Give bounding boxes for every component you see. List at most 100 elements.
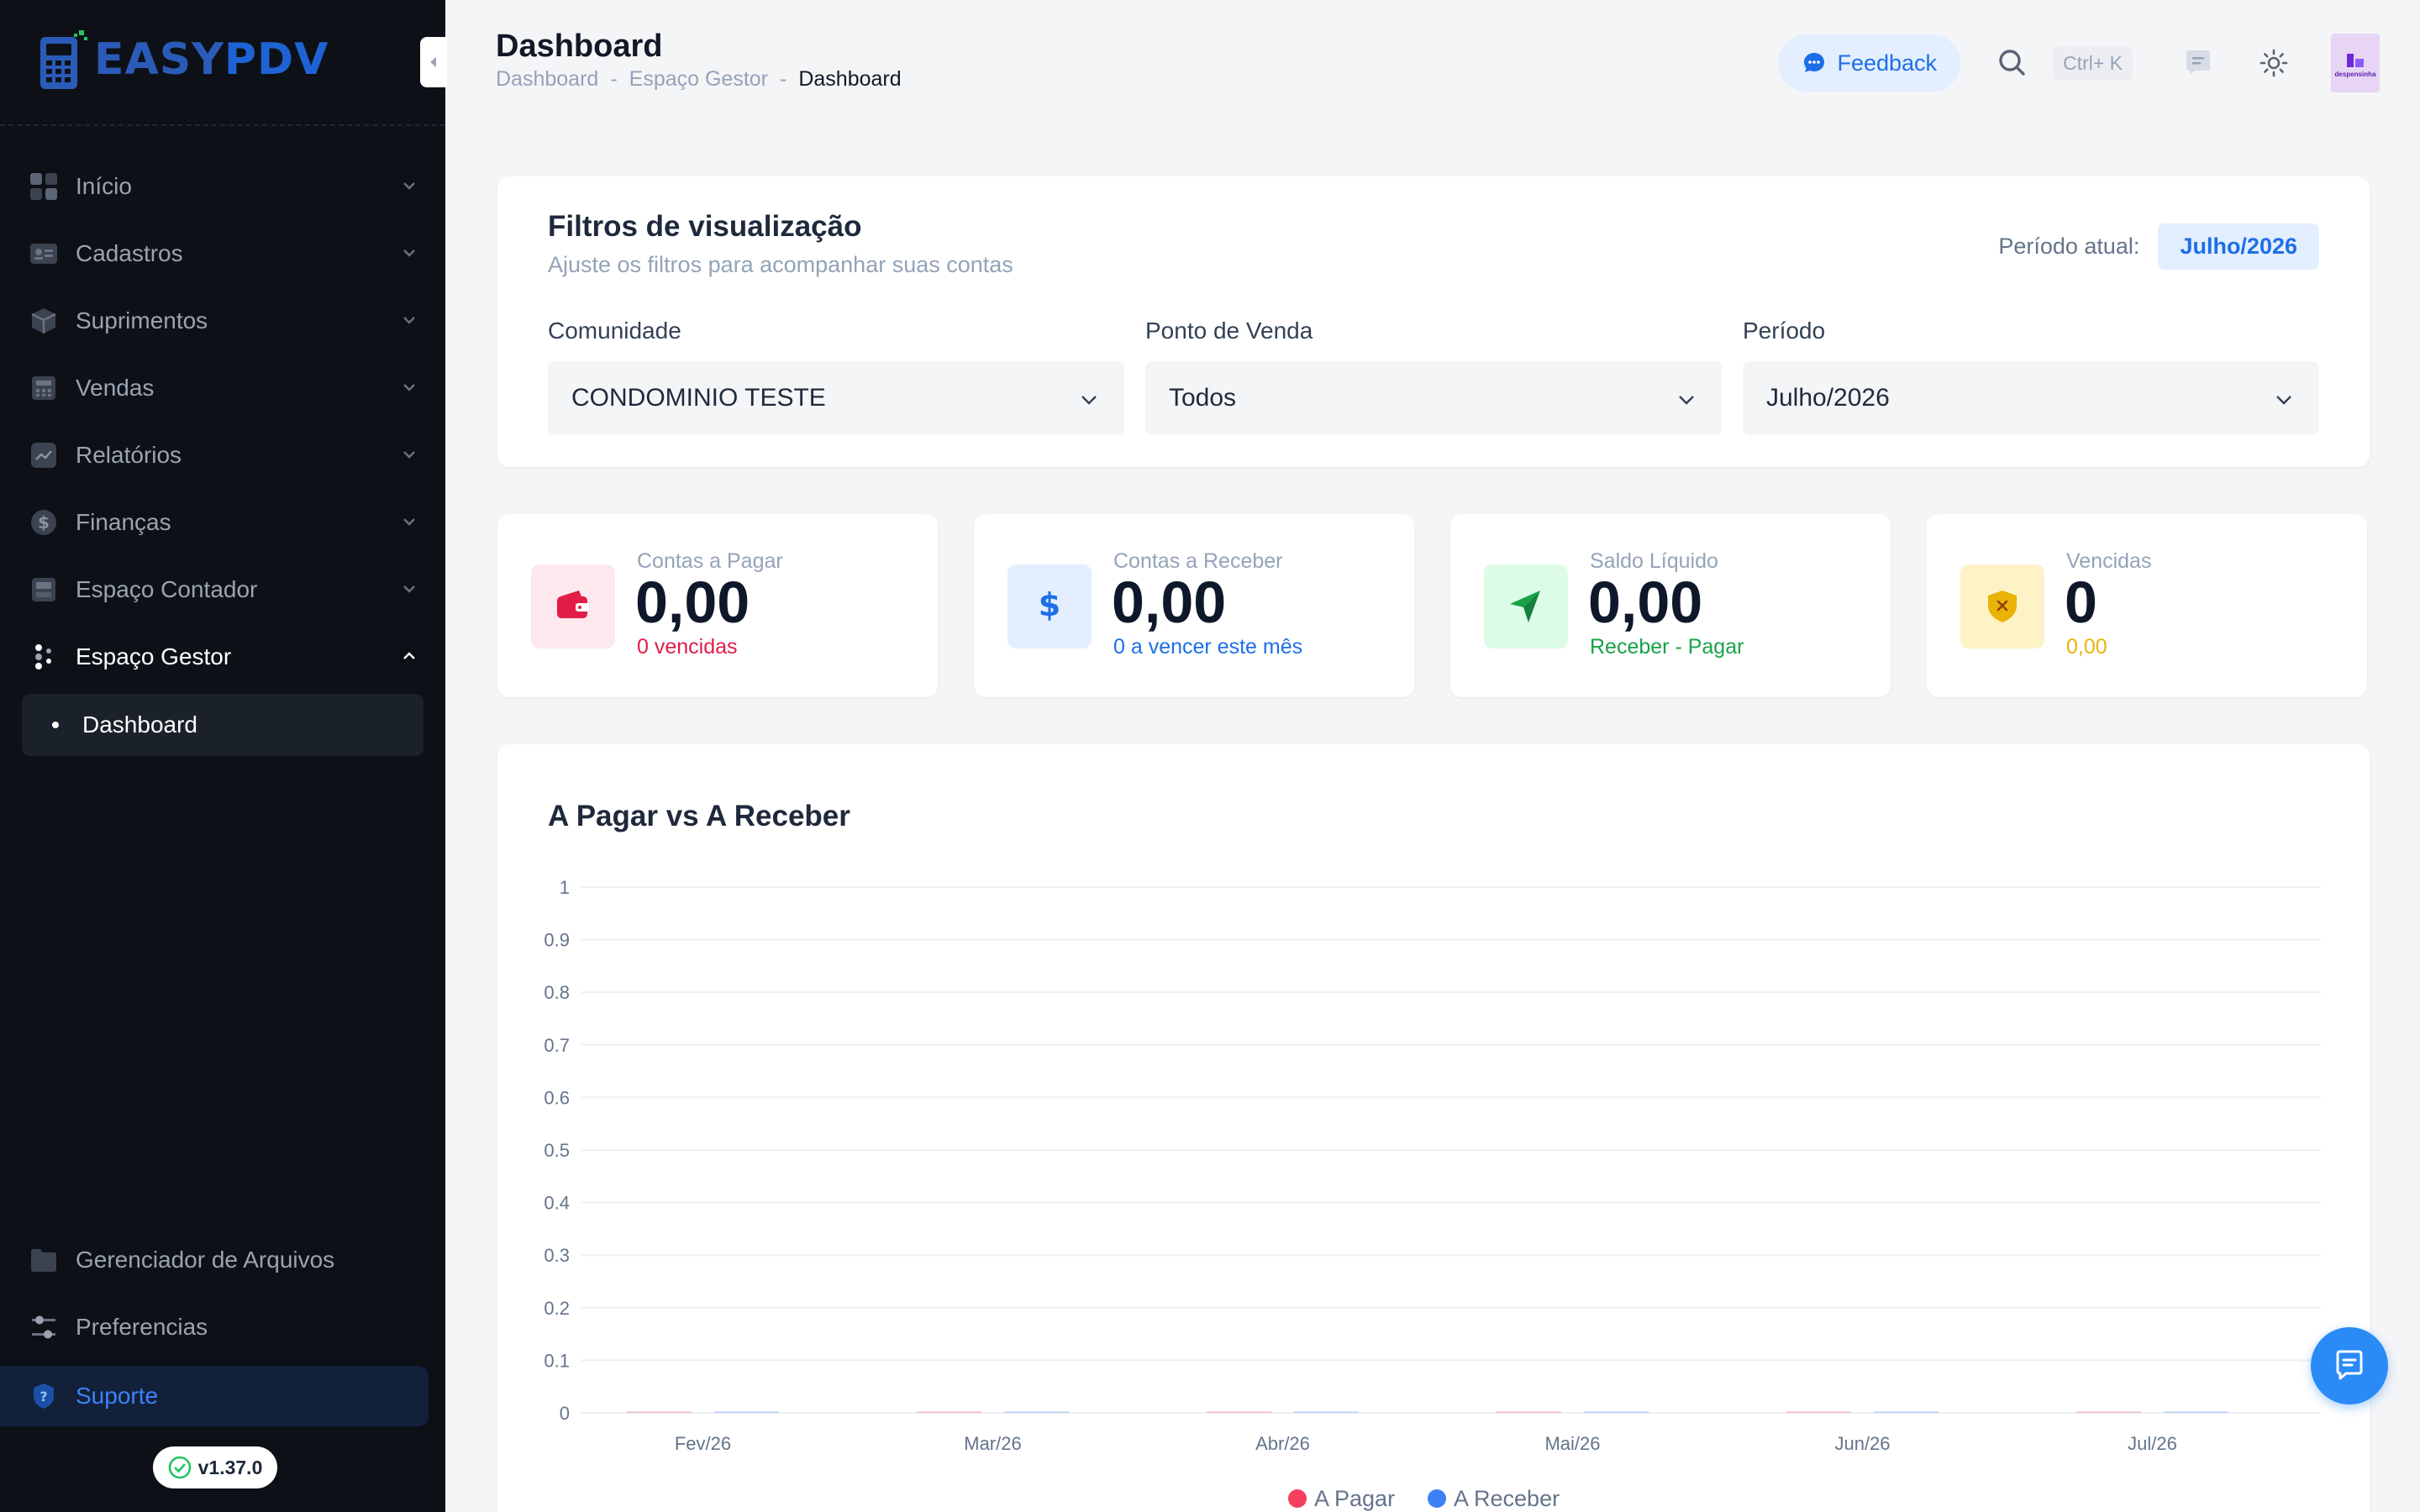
version-text: v1.37.0 xyxy=(197,1456,263,1478)
bar xyxy=(2163,1411,2229,1413)
stat-card-contas-pagar: Contas a Pagar 0,00 0 vencidas xyxy=(497,514,938,697)
current-period-label: Período atual: xyxy=(1998,234,2140,259)
breadcrumb-current: Dashboard xyxy=(798,67,902,91)
sidebar-item-vendas[interactable]: Vendas xyxy=(22,354,424,422)
breadcrumb-item[interactable]: Dashboard xyxy=(496,67,598,92)
sidebar-collapse-button[interactable] xyxy=(420,37,447,87)
legend-label: A Receber xyxy=(1454,1486,1560,1511)
people-icon xyxy=(29,642,59,672)
breadcrumb-separator: - xyxy=(780,67,787,91)
stat-value: 0,00 xyxy=(1112,570,1227,635)
bar xyxy=(916,1411,982,1413)
x-tick-label: Fev/26 xyxy=(675,1433,731,1454)
chevron-down-icon xyxy=(2276,396,2291,405)
y-tick-label: 0.7 xyxy=(544,1035,570,1056)
dollar-icon: $ xyxy=(1039,587,1060,623)
sidebar-item-relatorios[interactable]: Relatórios xyxy=(22,422,424,489)
periodo-select[interactable]: Julho/2026 xyxy=(1743,361,2319,435)
y-tick-label: 0.1 xyxy=(544,1350,570,1371)
comunidade-value: CONDOMINIO TESTE xyxy=(571,384,826,412)
chevron-down-icon xyxy=(403,518,415,526)
sidebar-item-suporte[interactable]: ? Suporte xyxy=(0,1366,429,1426)
logo[interactable]: EASYPDV xyxy=(37,29,329,91)
chat-bubble-icon xyxy=(1804,53,1825,72)
stat-subtext: Receber - Pagar xyxy=(1590,635,1744,659)
sidebar-item-espaco-gestor[interactable]: Espaço Gestor xyxy=(22,623,424,690)
comunidade-select[interactable]: CONDOMINIO TESTE xyxy=(548,361,1124,435)
stat-card-contas-receber: $ Contas a Receber 0,00 0 a vencer este … xyxy=(974,514,1414,697)
bar xyxy=(1786,1411,1852,1413)
shield-x-icon xyxy=(1988,591,2017,622)
ponto-venda-value: Todos xyxy=(1169,384,1237,412)
folder-icon xyxy=(29,1245,59,1275)
chevron-down-icon xyxy=(403,249,415,257)
y-tick-label: 0.2 xyxy=(544,1298,570,1319)
feedback-button[interactable]: Feedback xyxy=(1778,34,1961,92)
feedback-label: Feedback xyxy=(1837,50,1938,76)
ponto-venda-field: Ponto de Venda Todos xyxy=(1145,318,1722,435)
messages-button[interactable] xyxy=(2175,39,2222,87)
periodo-label: Período xyxy=(1743,318,1826,344)
message-icon xyxy=(2186,50,2210,75)
y-tick-label: 0.9 xyxy=(544,930,570,951)
sidebar-item-label: Suprimentos xyxy=(76,307,208,333)
comunidade-label: Comunidade xyxy=(548,318,681,344)
breadcrumb-item[interactable]: Espaço Gestor xyxy=(629,67,768,92)
y-tick-label: 0.5 xyxy=(544,1140,570,1161)
bar xyxy=(626,1411,692,1413)
sidebar-item-suprimentos[interactable]: Suprimentos xyxy=(22,287,424,354)
bullet-icon xyxy=(52,722,59,728)
y-tick-label: 0.4 xyxy=(544,1193,570,1214)
periodo-field: Período Julho/2026 xyxy=(1743,318,2319,435)
stat-card-saldo-liquido: Saldo Líquido 0,00 Receber - Pagar xyxy=(1450,514,1891,697)
sidebar: EASYPDV Início Cadastros Suprimentos Ven… xyxy=(0,0,447,1512)
logo-suffix: PDV xyxy=(224,34,329,85)
logo-icon xyxy=(40,30,87,89)
sidebar-item-preferencias[interactable]: Preferencias xyxy=(22,1294,424,1361)
bar xyxy=(1293,1411,1360,1413)
sidebar-item-financas[interactable]: $ Finanças xyxy=(22,489,424,556)
store-logo-icon xyxy=(2347,53,2364,67)
sidebar-item-cadastros[interactable]: Cadastros xyxy=(22,220,424,287)
sidebar-subitem-dashboard[interactable]: Dashboard xyxy=(22,694,424,756)
ponto-venda-select[interactable]: Todos xyxy=(1145,361,1722,435)
stat-icon-box: $ xyxy=(1007,564,1092,648)
sidebar-item-espaco-contador[interactable]: Espaço Contador xyxy=(22,556,424,623)
bar xyxy=(713,1411,780,1413)
id-card-icon xyxy=(29,239,59,269)
theme-toggle-button[interactable] xyxy=(2250,39,2297,87)
avatar-text: despensinha xyxy=(2334,70,2376,78)
sidebar-item-label: Cadastros xyxy=(76,240,183,266)
bar xyxy=(1206,1411,1272,1413)
x-tick-label: Abr/26 xyxy=(1255,1433,1310,1454)
header-actions: Feedback Ctrl+ K despensinha xyxy=(1778,34,2380,92)
sidebar-item-label: Início xyxy=(76,173,132,199)
sidebar-item-inicio[interactable]: Início xyxy=(22,153,424,220)
sidebar-divider xyxy=(0,124,445,126)
sidebar-item-label: Espaço Contador xyxy=(76,576,258,602)
sidebar-item-label: Preferencias xyxy=(76,1314,208,1340)
y-tick-label: 0 xyxy=(560,1403,570,1424)
sidebar-item-label: Finanças xyxy=(76,509,171,535)
stat-value: 0 xyxy=(2065,570,2097,635)
logo-prefix: EASY xyxy=(94,34,224,85)
chat-fab-button[interactable] xyxy=(2311,1327,2388,1404)
breadcrumb-separator: - xyxy=(610,67,618,91)
x-tick-label: Mai/26 xyxy=(1544,1433,1600,1454)
avatar[interactable]: despensinha xyxy=(2331,34,2380,92)
stat-icon-box xyxy=(531,564,615,648)
sidebar-item-gerenciador-arquivos[interactable]: Gerenciador de Arquivos xyxy=(22,1226,424,1294)
calculator-icon xyxy=(29,575,59,605)
svg-text:?: ? xyxy=(39,1389,47,1404)
grid-icon xyxy=(29,171,59,202)
breadcrumb: Dashboard - Espaço Gestor - Dashboard xyxy=(496,67,902,92)
bar xyxy=(1873,1411,1939,1413)
bar xyxy=(1003,1411,1070,1413)
stat-value: 0,00 xyxy=(635,570,750,635)
chart-card: A Pagar vs A Receber 0 0.1 0.2 0.3 0.4 0.5 0.6… xyxy=(497,744,2370,1512)
search-icon xyxy=(1999,50,2025,76)
bar xyxy=(1583,1411,1649,1413)
search-button[interactable] xyxy=(1989,39,2036,87)
help-icon: ? xyxy=(29,1381,59,1411)
sidebar-item-label: Vendas xyxy=(76,375,155,401)
